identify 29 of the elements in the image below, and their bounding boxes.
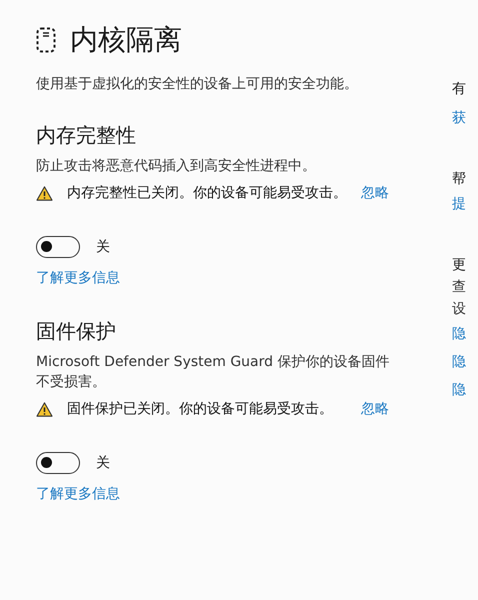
side-link[interactable]: 隐 xyxy=(452,320,478,348)
side-link[interactable]: 隐 xyxy=(452,376,478,404)
side-text: 设 xyxy=(452,300,467,319)
warning-icon xyxy=(36,402,53,416)
dashed-frame-icon xyxy=(36,27,56,53)
warning-icon xyxy=(36,186,53,200)
side-link[interactable]: 隐 xyxy=(452,348,478,376)
section-heading: 固件保护 xyxy=(36,318,117,344)
section-heading: 内存完整性 xyxy=(36,122,137,148)
learn-more-link[interactable]: 了解更多信息 xyxy=(36,484,120,504)
side-link[interactable]: 提 xyxy=(452,190,478,218)
learn-more-link[interactable]: 了解更多信息 xyxy=(36,268,120,288)
warning-message: 固件保护已关闭。你的设备可能易受攻击。 xyxy=(67,400,334,419)
toggle-state-label: 关 xyxy=(96,238,110,256)
toggle-switch[interactable] xyxy=(36,236,80,258)
section-description: Microsoft Defender System Guard 保护你的设备固件不受损害。 xyxy=(36,353,390,392)
side-heading: 更 xyxy=(452,256,467,275)
dismiss-link[interactable]: 忽略 xyxy=(361,182,389,204)
section-description: 防止攻击将恶意代码插入到高安全性进程中。 xyxy=(36,157,317,176)
page-title: 内核隔离 xyxy=(70,22,182,58)
page-description: 使用基于虚拟化的安全性的设备上可用的安全功能。 xyxy=(36,75,359,94)
warning-message: 内存完整性已关闭。你的设备可能易受攻击。 xyxy=(67,184,348,203)
toggle-switch[interactable] xyxy=(36,452,80,474)
toggle-state-label: 关 xyxy=(96,454,110,472)
side-heading: 帮 xyxy=(452,170,467,189)
side-heading: 有 xyxy=(452,80,467,99)
dismiss-link[interactable]: 忽略 xyxy=(361,398,389,420)
side-link[interactable]: 获 xyxy=(452,104,478,132)
side-text: 查 xyxy=(452,278,467,297)
